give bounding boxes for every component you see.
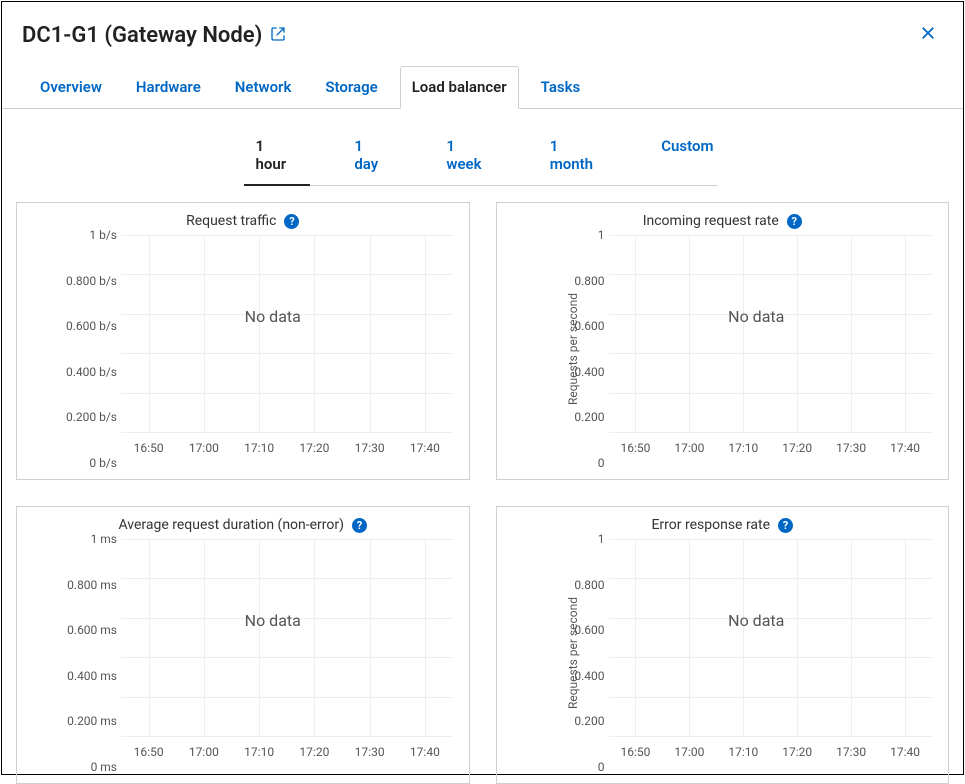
x-tick: 17:30 — [355, 745, 385, 759]
title-text: DC1-G1 (Gateway Node) — [22, 23, 262, 48]
chart-card: Incoming request rate? Requests per secon… — [496, 202, 950, 480]
range-1hour[interactable]: 1 hour — [252, 127, 303, 185]
x-tick: 17:40 — [410, 745, 440, 759]
tab-hardware[interactable]: Hardware — [136, 66, 201, 108]
y-tick: 0 — [521, 456, 605, 470]
chart-plot: Requests per second10.8000.6000.4000.200… — [581, 539, 939, 767]
help-icon[interactable]: ? — [352, 518, 367, 533]
x-tick: 17:00 — [674, 745, 704, 759]
y-tick: 0.800 — [521, 274, 605, 288]
y-tick: 0.200 ms — [33, 714, 117, 728]
y-tick: 0 — [521, 760, 605, 774]
x-tick: 16:50 — [134, 745, 164, 759]
chart-grid-area — [609, 539, 933, 737]
x-tick: 17:20 — [782, 441, 812, 455]
x-tick: 17:30 — [836, 441, 866, 455]
y-tick: 0.400 — [521, 669, 605, 683]
y-tick: 0.800 b/s — [33, 274, 117, 288]
tab-tasks[interactable]: Tasks — [541, 66, 581, 108]
x-tick: 16:50 — [621, 745, 651, 759]
chart-card: Error response rate?Requests per second1… — [496, 506, 950, 784]
range-custom[interactable]: Custom — [657, 127, 717, 185]
close-button[interactable] — [913, 18, 943, 52]
x-tick: 17:20 — [782, 745, 812, 759]
chart-title: Average request duration (non-error)? — [27, 517, 459, 533]
y-tick: 1 — [521, 228, 605, 242]
tab-load-balancer[interactable]: Load balancer — [412, 66, 507, 108]
chart-plot: Requests per second10.8000.6000.4000.200… — [581, 235, 939, 463]
tab-storage[interactable]: Storage — [325, 66, 377, 108]
y-tick: 0.800 ms — [33, 578, 117, 592]
tab-bar: Overview Hardware Network Storage Load b… — [2, 66, 963, 109]
range-1week[interactable]: 1 week — [442, 127, 497, 185]
chart-title-text: Average request duration (non-error) — [118, 517, 344, 533]
chart-title: Error response rate? — [507, 517, 939, 533]
chart-title-text: Incoming request rate — [643, 213, 779, 229]
chart-plot: 1 ms0.800 ms0.600 ms0.400 ms0.200 ms0 ms… — [93, 539, 459, 767]
x-tick: 17:20 — [299, 745, 329, 759]
chart-title: Request traffic? — [27, 213, 459, 229]
chart-ylabel: Requests per second — [566, 293, 580, 405]
x-tick: 17:40 — [410, 441, 440, 455]
chart-title-text: Error response rate — [651, 517, 770, 533]
chart-grid: Request traffic? 1 b/s0.800 b/s0.600 b/s0… — [2, 186, 963, 784]
no-data-text: No data — [581, 611, 933, 630]
y-tick: 0.400 b/s — [33, 365, 117, 379]
y-tick: 0.200 — [521, 410, 605, 424]
x-tick: 17:20 — [299, 441, 329, 455]
help-icon[interactable]: ? — [787, 214, 802, 229]
range-1day[interactable]: 1 day — [350, 127, 394, 185]
node-detail-panel: DC1-G1 (Gateway Node) Overview Hardware … — [1, 1, 964, 775]
y-tick: 0.400 — [521, 365, 605, 379]
panel-header: DC1-G1 (Gateway Node) — [2, 2, 963, 60]
y-tick: 1 b/s — [33, 228, 117, 242]
y-tick: 0 ms — [33, 760, 117, 774]
x-tick: 17:00 — [189, 745, 219, 759]
chart-title: Incoming request rate? — [507, 213, 939, 229]
x-tick: 17:00 — [674, 441, 704, 455]
chart-grid-area — [121, 235, 453, 433]
chart-card: Average request duration (non-error)?1 m… — [16, 506, 470, 784]
open-external-icon[interactable] — [270, 23, 286, 48]
x-tick: 17:40 — [890, 745, 920, 759]
y-tick: 0.400 ms — [33, 669, 117, 683]
x-tick: 17:10 — [244, 745, 274, 759]
x-tick: 17:10 — [244, 441, 274, 455]
y-tick: 0 b/s — [33, 456, 117, 470]
time-range-bar: 1 hour 1 day 1 week 1 month Custom — [248, 127, 718, 186]
x-tick: 17:10 — [728, 441, 758, 455]
page-title: DC1-G1 (Gateway Node) — [22, 23, 286, 48]
y-tick: 0.800 — [521, 578, 605, 592]
y-tick: 1 — [521, 532, 605, 546]
help-icon[interactable]: ? — [284, 214, 299, 229]
chart-plot: 1 b/s0.800 b/s0.600 b/s0.400 b/s0.200 b/… — [93, 235, 459, 463]
y-tick: 0.200 b/s — [33, 410, 117, 424]
y-tick: 0.200 — [521, 714, 605, 728]
chart-grid-area — [121, 539, 453, 737]
help-icon[interactable]: ? — [778, 518, 793, 533]
x-tick: 17:10 — [728, 745, 758, 759]
y-tick: 1 ms — [33, 532, 117, 546]
chart-card: Request traffic? 1 b/s0.800 b/s0.600 b/s0… — [16, 202, 470, 480]
tab-overview[interactable]: Overview — [40, 66, 102, 108]
chart-ylabel: Requests per second — [566, 597, 580, 709]
tab-network[interactable]: Network — [235, 66, 292, 108]
chart-grid-area — [609, 235, 933, 433]
x-tick: 17:30 — [836, 745, 866, 759]
x-tick: 16:50 — [621, 441, 651, 455]
x-tick: 16:50 — [134, 441, 164, 455]
x-tick: 17:30 — [355, 441, 385, 455]
no-data-text: No data — [93, 307, 453, 326]
x-tick: 17:40 — [890, 441, 920, 455]
no-data-text: No data — [93, 611, 453, 630]
chart-title-text: Request traffic — [186, 213, 276, 229]
x-tick: 17:00 — [189, 441, 219, 455]
no-data-text: No data — [581, 307, 933, 326]
range-1month[interactable]: 1 month — [546, 127, 609, 185]
